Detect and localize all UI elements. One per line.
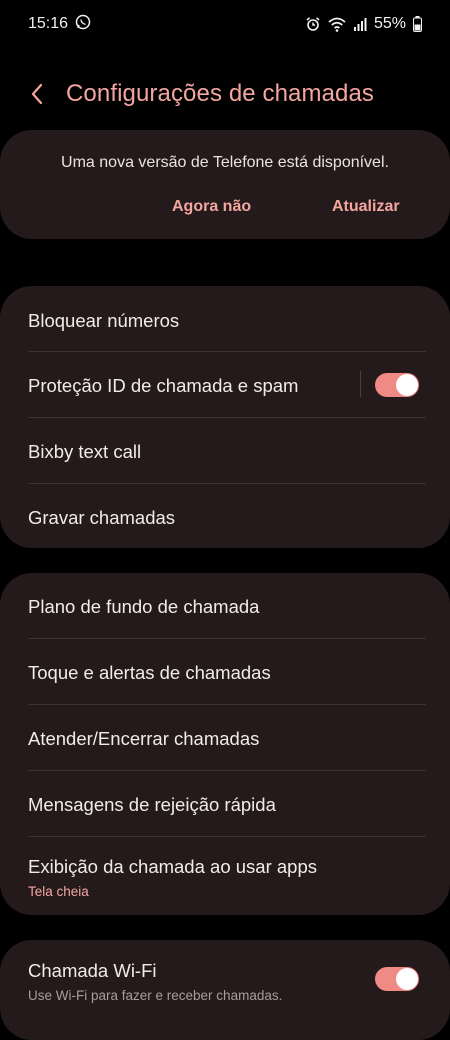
divider (28, 483, 426, 484)
divider (28, 836, 426, 837)
item-label: Mensagens de rejeição rápida (28, 794, 276, 815)
caller-id-spam-toggle[interactable] (375, 373, 419, 397)
settings-group-3: Chamada Wi-Fi Use Wi-Fi para fazer e rec… (0, 940, 450, 1040)
ringtone-alerts-item[interactable]: Toque e alertas de chamadas (28, 662, 426, 684)
item-subtitle: Tela cheia (28, 884, 89, 899)
divider (28, 638, 426, 639)
battery-icon (413, 16, 422, 32)
item-label: Chamada Wi-Fi (28, 960, 157, 981)
item-subtitle: Use Wi-Fi para fazer e receber chamadas. (28, 988, 283, 1003)
item-label: Atender/Encerrar chamadas (28, 728, 260, 749)
settings-group-2: Plano de fundo de chamada Toque e alerta… (0, 573, 450, 915)
update-button[interactable]: Atualizar (332, 198, 400, 216)
whatsapp-icon (75, 14, 91, 35)
bixby-text-call-item[interactable]: Bixby text call (28, 441, 426, 463)
answer-end-calls-item[interactable]: Atender/Encerrar chamadas (28, 728, 426, 750)
vertical-divider (360, 371, 361, 397)
toggle-knob (396, 968, 418, 990)
alarm-icon (305, 16, 321, 32)
toggle-knob (396, 374, 418, 396)
call-display-item[interactable]: Exibição da chamada ao usar apps Tela ch… (28, 856, 426, 899)
divider (28, 417, 426, 418)
block-numbers-item[interactable]: Bloquear números (28, 310, 426, 332)
status-bar: 15:16 55% (0, 0, 450, 48)
wifi-calling-item[interactable]: Chamada Wi-Fi Use Wi-Fi para fazer e rec… (28, 960, 426, 1003)
battery-percent: 55% (373, 15, 406, 32)
update-message: Uma nova versão de Telefone está disponí… (61, 154, 389, 171)
later-button[interactable]: Agora não (172, 198, 251, 216)
record-calls-item[interactable]: Gravar chamadas (28, 507, 426, 529)
back-arrow-icon[interactable] (24, 80, 52, 108)
app-header: Configurações de chamadas (0, 70, 450, 118)
status-time: 15:16 (28, 15, 69, 32)
update-banner: Uma nova versão de Telefone está disponí… (0, 130, 450, 239)
signal-icon (353, 17, 367, 31)
settings-group-1: Bloquear números Proteção ID de chamada … (0, 286, 450, 548)
item-label: Bloquear números (28, 310, 180, 331)
wifi-calling-toggle[interactable] (375, 967, 419, 991)
item-label: Exibição da chamada ao usar apps (28, 856, 317, 877)
item-label: Gravar chamadas (28, 507, 176, 528)
wifi-icon (328, 16, 346, 32)
divider (28, 704, 426, 705)
divider (28, 351, 426, 352)
divider (28, 770, 426, 771)
page-title: Configurações de chamadas (66, 80, 375, 107)
item-label: Plano de fundo de chamada (28, 596, 260, 617)
item-label: Toque e alertas de chamadas (28, 662, 271, 683)
item-label: Bixby text call (28, 441, 142, 462)
item-label: Proteção ID de chamada e spam (28, 375, 299, 396)
call-background-item[interactable]: Plano de fundo de chamada (28, 596, 426, 618)
caller-id-spam-item[interactable]: Proteção ID de chamada e spam (28, 375, 426, 397)
quick-decline-messages-item[interactable]: Mensagens de rejeição rápida (28, 794, 426, 816)
